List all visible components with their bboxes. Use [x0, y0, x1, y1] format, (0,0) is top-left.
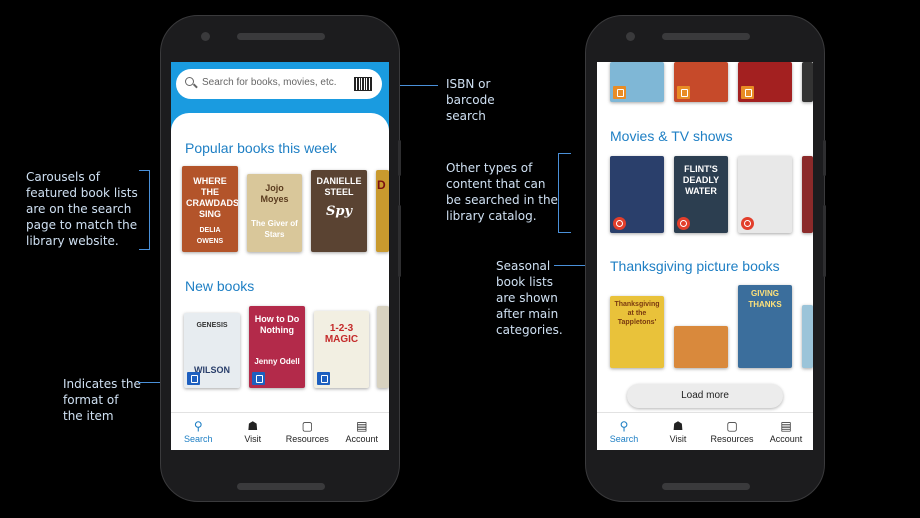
book-format-icon — [613, 86, 626, 99]
nav-account[interactable]: ▤ Account — [335, 413, 390, 450]
row-title-new-books: New books — [185, 278, 255, 294]
dvd-cover-partial[interactable] — [802, 156, 813, 233]
book-cover-partial[interactable] — [377, 306, 389, 388]
building-icon: ☗ — [672, 419, 684, 433]
bottom-speaker — [237, 483, 325, 490]
annotation-seasonal: Seasonal book lists are shown after main… — [496, 259, 563, 337]
nav-label: Resources — [710, 434, 754, 444]
row-title-popular: Popular books this week — [185, 140, 337, 156]
bottom-nav: ⚲ Search ☗ Visit ▢ Resources ▤ Account — [597, 412, 813, 450]
book-cover-giving-thanks[interactable]: GIVING THANKS — [738, 285, 792, 368]
search-bar[interactable]: Search for books, movies, etc. — [176, 69, 382, 99]
item-cover-top-3[interactable] — [738, 62, 792, 102]
load-more-button[interactable]: Load more — [627, 384, 783, 408]
ebook-format-icon — [187, 372, 200, 385]
annotation-other-content: Other types of content that can be searc… — [446, 161, 558, 223]
nav-search[interactable]: ⚲ Search — [171, 413, 226, 450]
book-cover-thanksgiving-tappletons[interactable]: Thanksgiving at the Tappletons' — [610, 296, 664, 368]
book-author: The Giver of Stars — [251, 219, 298, 239]
nav-visit[interactable]: ☗ Visit — [651, 413, 705, 450]
nav-search[interactable]: ⚲ Search — [597, 413, 651, 450]
nav-label: Visit — [244, 434, 262, 444]
row-title-thanksgiving: Thanksgiving picture books — [610, 258, 780, 274]
speaker — [662, 33, 750, 40]
nav-label: Search — [609, 434, 639, 444]
camera — [201, 32, 210, 41]
book-title: 1-2-3 MAGIC — [324, 323, 359, 345]
book-title: Jojo Moyes — [260, 183, 289, 204]
card-icon: ▤ — [780, 419, 792, 433]
devices-icon: ▢ — [301, 419, 313, 433]
book-format-icon — [677, 86, 690, 99]
book-title: D — [377, 178, 386, 192]
search-icon: ⚲ — [619, 419, 629, 433]
barcode-icon[interactable] — [354, 77, 372, 91]
left-phone-screen: Search for books, movies, etc. Popular b… — [171, 62, 389, 450]
right-phone-side-button — [823, 205, 826, 277]
book-cover-spy[interactable]: DANIELLE STEEL Spy — [311, 170, 367, 252]
book-cover-123-magic[interactable]: 1-2-3 MAGIC — [314, 311, 369, 388]
nav-label: Resources — [285, 434, 329, 444]
search-input[interactable]: Search for books, movies, etc. — [202, 77, 337, 88]
search-icon: ⚲ — [193, 419, 203, 433]
book-title: GENESIS — [196, 322, 228, 329]
nav-resources[interactable]: ▢ Resources — [280, 413, 335, 450]
dvd-format-icon — [613, 217, 626, 230]
book-title: How to Do Nothing — [254, 314, 300, 335]
nav-label: Account — [345, 434, 379, 444]
row-title-movies: Movies & TV shows — [610, 128, 733, 144]
nav-account[interactable]: ▤ Account — [759, 413, 813, 450]
nav-label: Search — [183, 434, 213, 444]
book-cover-partial[interactable]: D — [376, 170, 389, 252]
book-author: DELIA OWENS — [196, 227, 224, 245]
book-cover-giver-of-stars[interactable]: Jojo Moyes The Giver of Stars — [247, 174, 302, 252]
content-area: Popular books this week WHERE THE CRAWDA… — [171, 113, 389, 413]
ebook-format-icon — [317, 372, 330, 385]
annotation-carousels: Carousels of featured book lists are on … — [26, 170, 138, 248]
nav-visit[interactable]: ☗ Visit — [226, 413, 281, 450]
book-cover-partial[interactable] — [802, 305, 813, 368]
search-icon-handle — [193, 83, 198, 89]
book-author: Jenny Odell — [254, 357, 300, 366]
dvd-cover-flints-deadly-water[interactable]: FLINT'S DEADLY WATER — [674, 156, 728, 233]
left-phone-side-button — [398, 140, 401, 176]
book-cover-how-to-do-nothing[interactable]: How to Do Nothing Jenny Odell — [249, 306, 305, 388]
dvd-format-icon — [677, 217, 690, 230]
item-cover-top-2[interactable] — [674, 62, 728, 102]
nav-label: Visit — [669, 434, 687, 444]
speaker — [237, 33, 325, 40]
item-cover-top-1[interactable] — [610, 62, 664, 102]
left-phone-side-button — [398, 205, 401, 277]
nav-resources[interactable]: ▢ Resources — [705, 413, 759, 450]
ebook-format-icon — [252, 372, 265, 385]
item-cover-top-partial[interactable] — [802, 62, 813, 102]
book-title: GIVING THANKS — [748, 289, 782, 309]
dvd-format-icon — [741, 217, 754, 230]
book-title: Thanksgiving at the Tappletons' — [614, 301, 660, 326]
building-icon: ☗ — [247, 419, 259, 433]
book-title: DANIELLE STEEL — [316, 176, 362, 197]
dvd-title: FLINT'S DEADLY WATER — [682, 164, 720, 196]
book-cover-turkey[interactable] — [674, 326, 728, 368]
annotation-carousels-bracket — [139, 170, 150, 250]
book-title: WHERE THE CRAWDADS SING — [186, 176, 238, 219]
book-cover-crawdads[interactable]: WHERE THE CRAWDADS SING DELIA OWENS — [182, 166, 238, 252]
dvd-cover-3[interactable] — [738, 156, 792, 233]
book-format-icon — [741, 86, 754, 99]
nav-label: Account — [769, 434, 803, 444]
book-author: Spy — [325, 204, 353, 219]
annotation-format: Indicates the format of the item — [63, 377, 141, 423]
bottom-nav: ⚲ Search ☗ Visit ▢ Resources ▤ Account — [171, 412, 389, 450]
dvd-cover-1[interactable] — [610, 156, 664, 233]
annotation-isbn: ISBN or barcode search — [446, 77, 495, 123]
camera — [626, 32, 635, 41]
bottom-speaker — [662, 483, 750, 490]
card-icon: ▤ — [356, 419, 368, 433]
devices-icon: ▢ — [726, 419, 738, 433]
right-phone-side-button — [823, 140, 826, 176]
right-phone-screen: Movies & TV shows FLINT'S DEADLY WATER T… — [597, 62, 813, 450]
annotation-other-bracket — [558, 153, 571, 233]
book-cover-genesis[interactable]: GENESIS WILSON — [184, 313, 240, 388]
